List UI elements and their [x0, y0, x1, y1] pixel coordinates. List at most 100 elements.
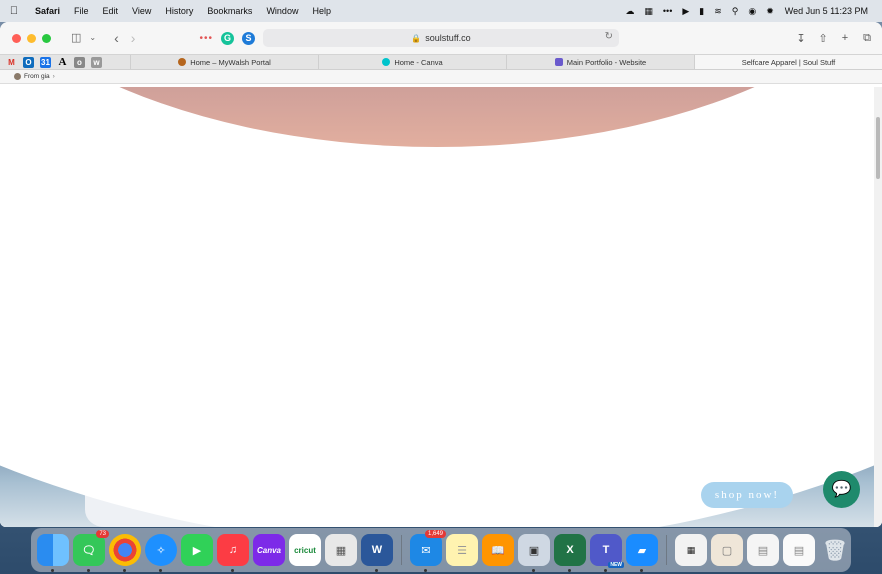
- books-icon[interactable]: 📖: [482, 534, 514, 566]
- minimize-window-icon[interactable]: [27, 33, 36, 43]
- tab-mywalsh[interactable]: Home – MyWalsh Portal: [130, 55, 318, 69]
- tab-bar: M O 31 A o w Home – MyWalsh Portal Home …: [0, 54, 882, 70]
- chrome-icon[interactable]: [109, 534, 141, 572]
- recent-document-icon[interactable]: ▢: [711, 534, 743, 566]
- shirt-graphic-icon: 🍇: [205, 372, 238, 402]
- recent-document-icon[interactable]: ▤: [783, 534, 815, 566]
- tab-title: Main Portfolio - Website: [566, 57, 647, 67]
- finder-icon[interactable]: [37, 534, 69, 572]
- mail-icon[interactable]: ✉ 1,649: [410, 530, 446, 572]
- messages-badge: 73: [96, 530, 109, 538]
- new-tab-icon[interactable]: +: [838, 32, 852, 44]
- page-content: 🍇 🍉 our summer collection is live! shop …: [0, 87, 882, 527]
- dock-separator: [666, 535, 667, 565]
- outlook-icon[interactable]: O: [23, 56, 34, 68]
- downloads-icon[interactable]: ↧: [794, 32, 808, 45]
- tab-portfolio[interactable]: Main Portfolio - Website: [506, 55, 694, 69]
- dock-separator: [401, 535, 402, 565]
- cricut-app-icon[interactable]: cricut: [289, 534, 321, 566]
- dock: 🗨 73 ✧ ▶ ♫ Canva cricut ▦ W ✉ 1,649 ☰ 📖 ▣ …: [31, 528, 851, 572]
- pinned-tab-o-icon[interactable]: o: [74, 56, 85, 68]
- tab-title: Selfcare Apparel | Soul Stuff: [741, 57, 836, 67]
- favorites-bar: From gia ›: [0, 70, 882, 84]
- shop-now-button[interactable]: shop now!: [701, 482, 793, 508]
- menu-bookmarks[interactable]: Bookmarks: [200, 0, 259, 22]
- trash-icon[interactable]: 🗑: [819, 534, 851, 566]
- safari-window: ◫ ⌄ ‹ › ••• G S 🔒 soulstuff.co ↻ ↧ ⇧ + ⧉…: [0, 22, 882, 527]
- avatar: [14, 73, 21, 80]
- grammarly-icon[interactable]: G: [220, 31, 234, 45]
- more-dots-icon[interactable]: •••: [658, 0, 677, 22]
- forward-arrow-icon[interactable]: ›: [125, 22, 142, 54]
- menu-window[interactable]: Window: [259, 0, 305, 22]
- url-text: soulstuff.co: [425, 33, 471, 43]
- scrollbar[interactable]: [874, 87, 882, 527]
- tab-overview-icon[interactable]: ⧉: [860, 32, 874, 45]
- gmail-icon[interactable]: M: [6, 57, 17, 68]
- wifi-icon[interactable]: ≋: [709, 0, 727, 22]
- teams-new-tag: NEW: [608, 562, 624, 568]
- control-center-icon[interactable]: ◉: [743, 0, 761, 22]
- canva-favicon-icon: [382, 58, 391, 66]
- reload-icon[interactable]: ↻: [605, 31, 613, 42]
- status-area: ☁ ▦ ••• ▶ ▮ ≋ ⚲ ◉ ✹ Wed Jun 5 11:23 PM: [620, 0, 882, 22]
- menu-help[interactable]: Help: [305, 0, 338, 22]
- canva-app-icon[interactable]: Canva: [253, 534, 285, 566]
- calendar-icon[interactable]: 31: [40, 56, 51, 68]
- chevron-down-icon[interactable]: ⌄: [83, 22, 102, 54]
- share-icon[interactable]: ⇧: [816, 32, 830, 45]
- pinned-tab-w-icon[interactable]: w: [91, 56, 102, 68]
- apple-icon[interactable]: : [0, 5, 28, 17]
- extensions: ••• G S: [199, 31, 255, 45]
- messages-icon[interactable]: 🗨 73: [73, 530, 109, 572]
- hero-image: 🍇 🍉 our summer collection is live! shop …: [0, 87, 874, 527]
- address-bar[interactable]: 🔒 soulstuff.co ↻: [263, 29, 619, 47]
- menu-file[interactable]: File: [67, 0, 96, 22]
- battery-icon[interactable]: ▮: [694, 0, 709, 22]
- pinned-tab-a[interactable]: A: [57, 56, 68, 68]
- lock-icon: 🔒: [411, 33, 422, 43]
- tab-soul-stuff[interactable]: Selfcare Apparel | Soul Stuff: [694, 55, 882, 69]
- tab-canva[interactable]: Home - Canva: [318, 55, 506, 69]
- play-icon[interactable]: ▶: [677, 0, 694, 22]
- chevron-right-icon[interactable]: ›: [53, 73, 55, 80]
- menu-view[interactable]: View: [125, 0, 158, 22]
- launchpad-icon[interactable]: ▦: [325, 534, 357, 566]
- shirt-graphic-icon: 🍉: [405, 342, 438, 372]
- portfolio-favicon-icon: [554, 58, 563, 66]
- arch-frame: [0, 87, 874, 147]
- extension-s-icon[interactable]: S: [241, 31, 255, 45]
- tab-title: Home - Canva: [394, 57, 443, 67]
- pinned-tabs: M O 31 A o w: [0, 55, 130, 69]
- music-icon[interactable]: ♫: [217, 534, 249, 572]
- extension-dots-icon[interactable]: •••: [199, 33, 213, 44]
- recent-document-icon[interactable]: ▦: [675, 534, 707, 566]
- notes-icon[interactable]: ☰: [446, 534, 478, 566]
- preview-icon[interactable]: ▣: [518, 534, 550, 572]
- teams-icon[interactable]: T NEW: [590, 534, 624, 572]
- chat-icon[interactable]: 💬: [823, 471, 860, 508]
- siri-icon[interactable]: ✹: [761, 0, 779, 22]
- hero-line: our summer: [625, 380, 798, 420]
- safari-icon[interactable]: ✧: [145, 534, 177, 572]
- facetime-icon[interactable]: ▶: [181, 534, 213, 566]
- menu-bar:  Safari File Edit View History Bookmark…: [0, 0, 882, 22]
- fullscreen-window-icon[interactable]: [42, 33, 51, 43]
- tab-title: Home – MyWalsh Portal: [190, 57, 271, 67]
- back-arrow-icon[interactable]: ‹: [108, 22, 125, 54]
- window-controls: [0, 33, 51, 43]
- menu-app-safari[interactable]: Safari: [28, 0, 67, 22]
- excel-icon[interactable]: X: [554, 534, 586, 572]
- favorites-item[interactable]: From gia: [24, 73, 50, 80]
- word-icon[interactable]: W: [361, 534, 393, 572]
- menu-edit[interactable]: Edit: [96, 0, 126, 22]
- search-icon[interactable]: ⚲: [727, 0, 744, 22]
- close-window-icon[interactable]: [12, 33, 21, 43]
- menubar-clock[interactable]: Wed Jun 5 11:23 PM: [779, 6, 874, 16]
- recent-document-icon[interactable]: ▤: [747, 534, 779, 566]
- columns-icon[interactable]: ▦: [639, 0, 658, 22]
- keynote-icon[interactable]: ▰: [626, 534, 658, 572]
- menu-history[interactable]: History: [158, 0, 200, 22]
- scrollbar-thumb[interactable]: [876, 117, 880, 179]
- cloud-icon[interactable]: ☁: [620, 0, 639, 22]
